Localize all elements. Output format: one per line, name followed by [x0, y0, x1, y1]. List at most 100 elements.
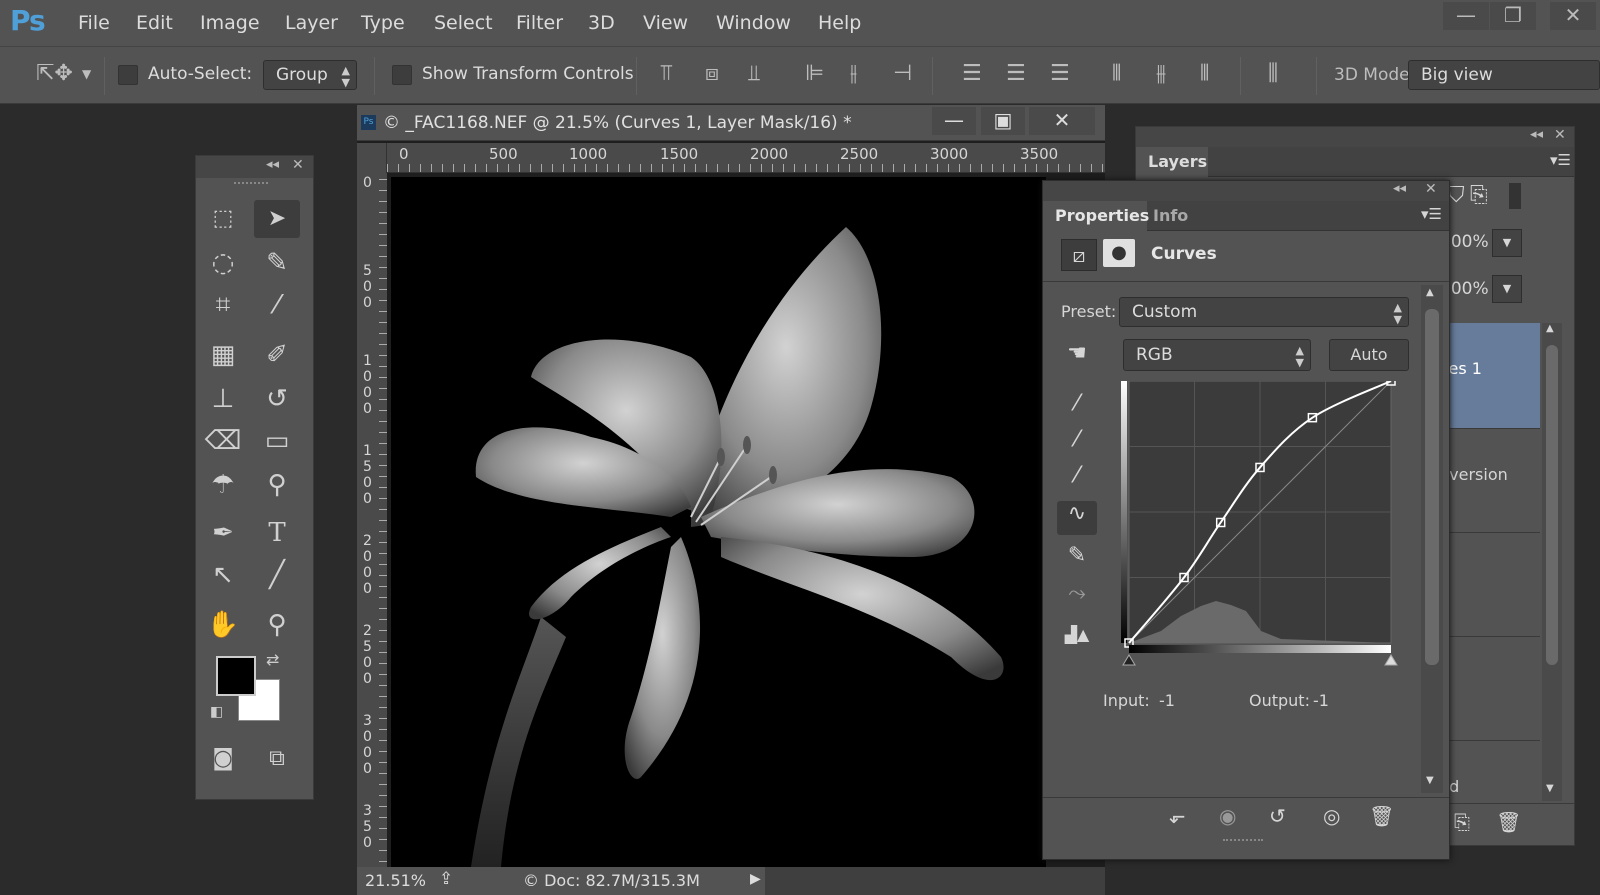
tab-properties[interactable]: Properties: [1043, 201, 1149, 231]
layer-row[interactable]: nd: [1436, 741, 1540, 801]
layer-filter-toggle[interactable]: [1509, 183, 1521, 209]
eraser-icon[interactable]: ⌫: [200, 422, 246, 460]
align-top-icon[interactable]: ⫪: [660, 61, 672, 86]
clip-to-layer-icon[interactable]: ⬐: [1169, 804, 1186, 828]
channel-dropdown[interactable]: RGB ▲ ▼: [1123, 339, 1311, 371]
show-transform-checkbox[interactable]: [392, 65, 412, 85]
quick-mask-icon[interactable]: ◙: [200, 740, 246, 778]
foreground-color-swatch-top[interactable]: [216, 656, 256, 696]
layer-row[interactable]: [1436, 637, 1540, 741]
menu-filter[interactable]: Filter: [516, 12, 563, 34]
healing-brush-icon[interactable]: ▦: [200, 336, 246, 374]
align-left-icon[interactable]: ⊫: [805, 61, 824, 86]
3d-mode-dropdown[interactable]: Big view: [1408, 60, 1600, 90]
curves-adjustment-icon[interactable]: ⧄: [1061, 239, 1097, 271]
output-value[interactable]: -1: [1313, 691, 1329, 710]
layer-row[interactable]: nversion: [1436, 429, 1540, 533]
move-icon[interactable]: ➤: [254, 200, 300, 238]
opacity-dropdown-icon[interactable]: ▼: [1492, 229, 1522, 257]
collapse-icon[interactable]: ◂◂: [1393, 181, 1406, 196]
distribute-hcenter-icon[interactable]: ⫵: [1156, 61, 1166, 86]
close-icon[interactable]: ✕: [1554, 127, 1566, 143]
lasso-icon[interactable]: ◌: [200, 244, 246, 282]
menu-image[interactable]: Image: [200, 12, 260, 34]
on-image-adjust-icon[interactable]: ☚: [1057, 341, 1097, 366]
share-icon[interactable]: ⇪: [439, 869, 453, 889]
distribute-right-icon[interactable]: ⫴: [1200, 61, 1209, 86]
menu-file[interactable]: File: [78, 12, 110, 34]
scroll-up-icon[interactable]: ▲: [1546, 323, 1554, 334]
fill-dropdown-icon[interactable]: ▼: [1492, 275, 1522, 303]
history-brush-icon[interactable]: ↺: [254, 380, 300, 418]
menu-3d[interactable]: 3D: [588, 12, 615, 34]
visibility-eye-icon[interactable]: ◎: [1323, 804, 1340, 828]
menu-help[interactable]: Help: [818, 12, 861, 34]
tab-layers[interactable]: Layers: [1136, 147, 1208, 177]
menu-view[interactable]: View: [643, 12, 688, 34]
align-right-icon[interactable]: ⊣: [893, 61, 912, 86]
scroll-thumb[interactable]: [1546, 345, 1558, 665]
collapse-icon[interactable]: ◂◂: [1530, 127, 1543, 142]
align-hcenter-icon[interactable]: ⫲: [850, 61, 857, 86]
close-icon[interactable]: ✕: [292, 157, 304, 173]
menu-type[interactable]: Type: [361, 12, 405, 34]
horizontal-scrollbar[interactable]: [765, 867, 1105, 895]
restore-button[interactable]: ❐: [1490, 2, 1536, 30]
default-colors-icon[interactable]: ◧: [210, 704, 223, 720]
crop-icon[interactable]: ⌗: [200, 286, 246, 324]
smudge-icon[interactable]: ☂: [200, 466, 246, 504]
black-point-eyedropper-icon[interactable]: ⁄: [1057, 391, 1097, 416]
auto-select-dropdown[interactable]: Group ▲ ▼: [263, 60, 357, 90]
quick-select-icon[interactable]: ✎: [254, 244, 300, 282]
swap-colors-icon[interactable]: ⇄: [266, 650, 279, 669]
align-bottom-icon[interactable]: ⫫: [748, 61, 760, 86]
marquee-icon[interactable]: ⬚: [200, 200, 246, 238]
trash-icon[interactable]: 🗑: [1496, 810, 1521, 834]
hand-icon[interactable]: ✋: [200, 606, 246, 644]
scroll-down-icon[interactable]: ▼: [1426, 775, 1434, 786]
doc-maximize-button[interactable]: ▣: [981, 107, 1025, 135]
document-title-bar[interactable]: Ps © _FAC1168.NEF @ 21.5% (Curves 1, Lay…: [357, 105, 1105, 141]
distribute-top-icon[interactable]: ☰: [962, 61, 982, 86]
panel-menu-icon[interactable]: ▾☰: [1421, 205, 1442, 223]
input-value[interactable]: -1: [1159, 691, 1175, 710]
align-vcenter-icon[interactable]: ⧈: [705, 61, 719, 86]
status-menu-arrow-icon[interactable]: ▶: [750, 871, 761, 887]
zoom-level[interactable]: 21.51%: [365, 871, 426, 890]
scroll-up-icon[interactable]: ▲: [1426, 287, 1434, 298]
layer-mask-icon[interactable]: ●: [1103, 239, 1135, 267]
preset-dropdown[interactable]: Custom ▲ ▼: [1119, 297, 1409, 327]
dodge-icon[interactable]: ⚲: [254, 466, 300, 504]
scroll-down-icon[interactable]: ▼: [1546, 783, 1554, 794]
auto-align-icon[interactable]: ⫼: [1268, 61, 1278, 86]
clipping-warning-icon[interactable]: ▟▲: [1057, 625, 1097, 644]
new-layer-icon[interactable]: ⎘: [1454, 810, 1470, 834]
eyedropper-icon[interactable]: ⁄: [254, 286, 300, 324]
gradient-icon[interactable]: ▭: [254, 422, 300, 460]
zoom-icon[interactable]: ⚲: [254, 606, 300, 644]
distribute-left-icon[interactable]: ⫴: [1112, 61, 1121, 86]
type-icon[interactable]: T: [254, 514, 300, 552]
pen-icon[interactable]: ✒: [200, 514, 246, 552]
reset-icon[interactable]: ↺: [1269, 804, 1286, 828]
scroll-thumb[interactable]: [1425, 309, 1439, 665]
layer-row-selected[interactable]: ves 1: [1436, 323, 1540, 429]
close-button[interactable]: ✕: [1550, 2, 1596, 30]
white-point-eyedropper-icon[interactable]: ⁄: [1057, 463, 1097, 488]
layers-panel-header[interactable]: ◂◂ ✕: [1136, 127, 1574, 147]
smooth-curve-icon[interactable]: ⤳: [1057, 581, 1097, 606]
menu-layer[interactable]: Layer: [285, 12, 338, 34]
horizontal-ruler[interactable]: 0 500 1000 1500 2000 2500 3000 3500: [387, 143, 1105, 173]
clone-stamp-icon[interactable]: ⊥: [200, 380, 246, 418]
layer-row[interactable]: [1436, 533, 1540, 637]
properties-panel-header[interactable]: ◂◂ ✕: [1043, 181, 1449, 201]
move-tool-icon[interactable]: ⇱✥: [36, 61, 73, 86]
gray-point-eyedropper-icon[interactable]: ⁄: [1057, 427, 1097, 452]
line-icon[interactable]: ╱: [254, 556, 300, 594]
chevron-down-icon[interactable]: ▼: [82, 67, 91, 81]
pencil-icon[interactable]: ✎: [1057, 543, 1097, 568]
vertical-ruler[interactable]: 0 5 0 0 1 0 0 0 1 5 0 0 2 0 0 0 2 5 0 0 …: [357, 173, 387, 873]
minimize-button[interactable]: —: [1443, 2, 1489, 30]
view-previous-icon[interactable]: ◉: [1219, 804, 1236, 828]
tab-info[interactable]: Info: [1153, 206, 1188, 225]
